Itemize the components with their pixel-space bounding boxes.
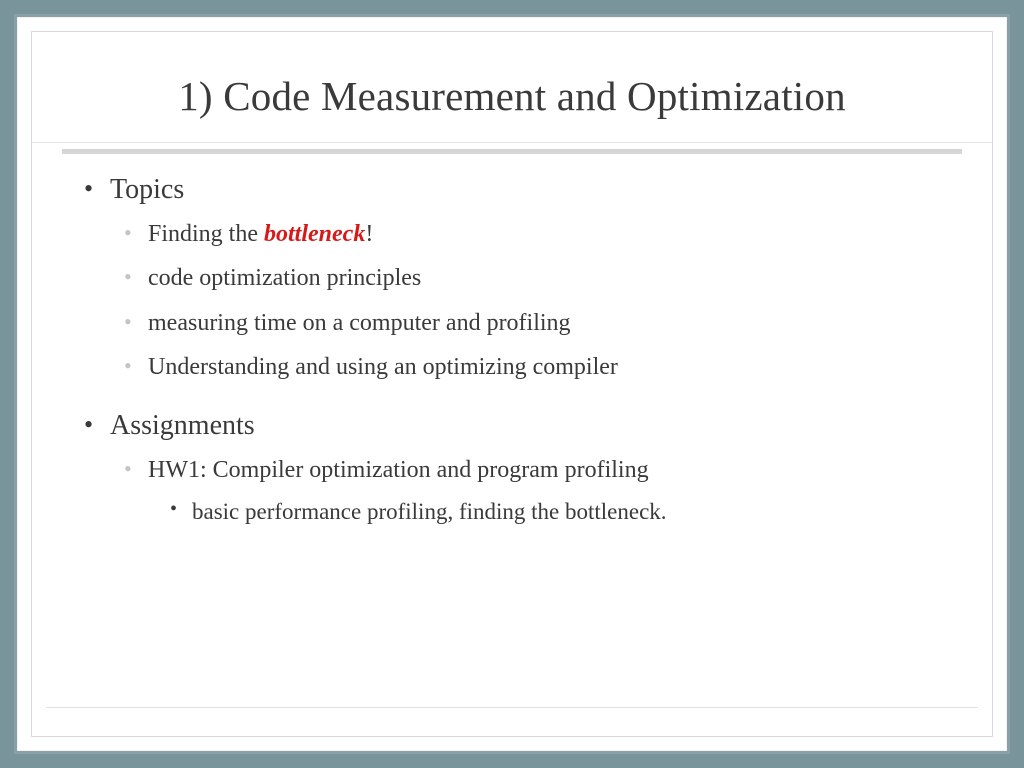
item-text: HW1: Compiler optimization and program p… bbox=[148, 457, 649, 483]
section-topics: Topics Finding the bottleneck! code opti… bbox=[80, 174, 964, 384]
title-container: 1) Code Measurement and Optimization bbox=[32, 32, 992, 143]
list-item: Finding the bottleneck! bbox=[124, 218, 964, 250]
bottom-divider bbox=[46, 707, 978, 708]
section-heading: Topics bbox=[110, 174, 184, 205]
bullet-list-level2: HW1: Compiler optimization and program p… bbox=[110, 454, 964, 527]
list-item: basic performance profiling, finding the… bbox=[170, 496, 964, 527]
list-item: code optimization principles bbox=[124, 262, 964, 294]
list-item: Understanding and using an optimizing co… bbox=[124, 351, 964, 383]
list-item: measuring time on a computer and profili… bbox=[124, 307, 964, 339]
text-pre: Finding the bbox=[148, 221, 264, 247]
bullet-list-level2: Finding the bottleneck! code optimizatio… bbox=[110, 218, 964, 384]
section-assignments: Assignments HW1: Compiler optimization a… bbox=[80, 410, 964, 527]
title-divider bbox=[62, 149, 962, 154]
slide-inner-frame: 1) Code Measurement and Optimization Top… bbox=[31, 31, 993, 737]
bullet-list-level1: Topics Finding the bottleneck! code opti… bbox=[60, 174, 964, 527]
slide-title: 1) Code Measurement and Optimization bbox=[60, 72, 964, 120]
slide-outer-frame: 1) Code Measurement and Optimization Top… bbox=[14, 14, 1010, 754]
body-container: Topics Finding the bottleneck! code opti… bbox=[32, 143, 992, 559]
list-item: HW1: Compiler optimization and program p… bbox=[124, 454, 964, 527]
section-heading: Assignments bbox=[110, 410, 255, 441]
emphasis-bottleneck: bottleneck bbox=[264, 221, 365, 247]
bullet-list-level3: basic performance profiling, finding the… bbox=[148, 496, 964, 527]
text-post: ! bbox=[365, 221, 373, 247]
